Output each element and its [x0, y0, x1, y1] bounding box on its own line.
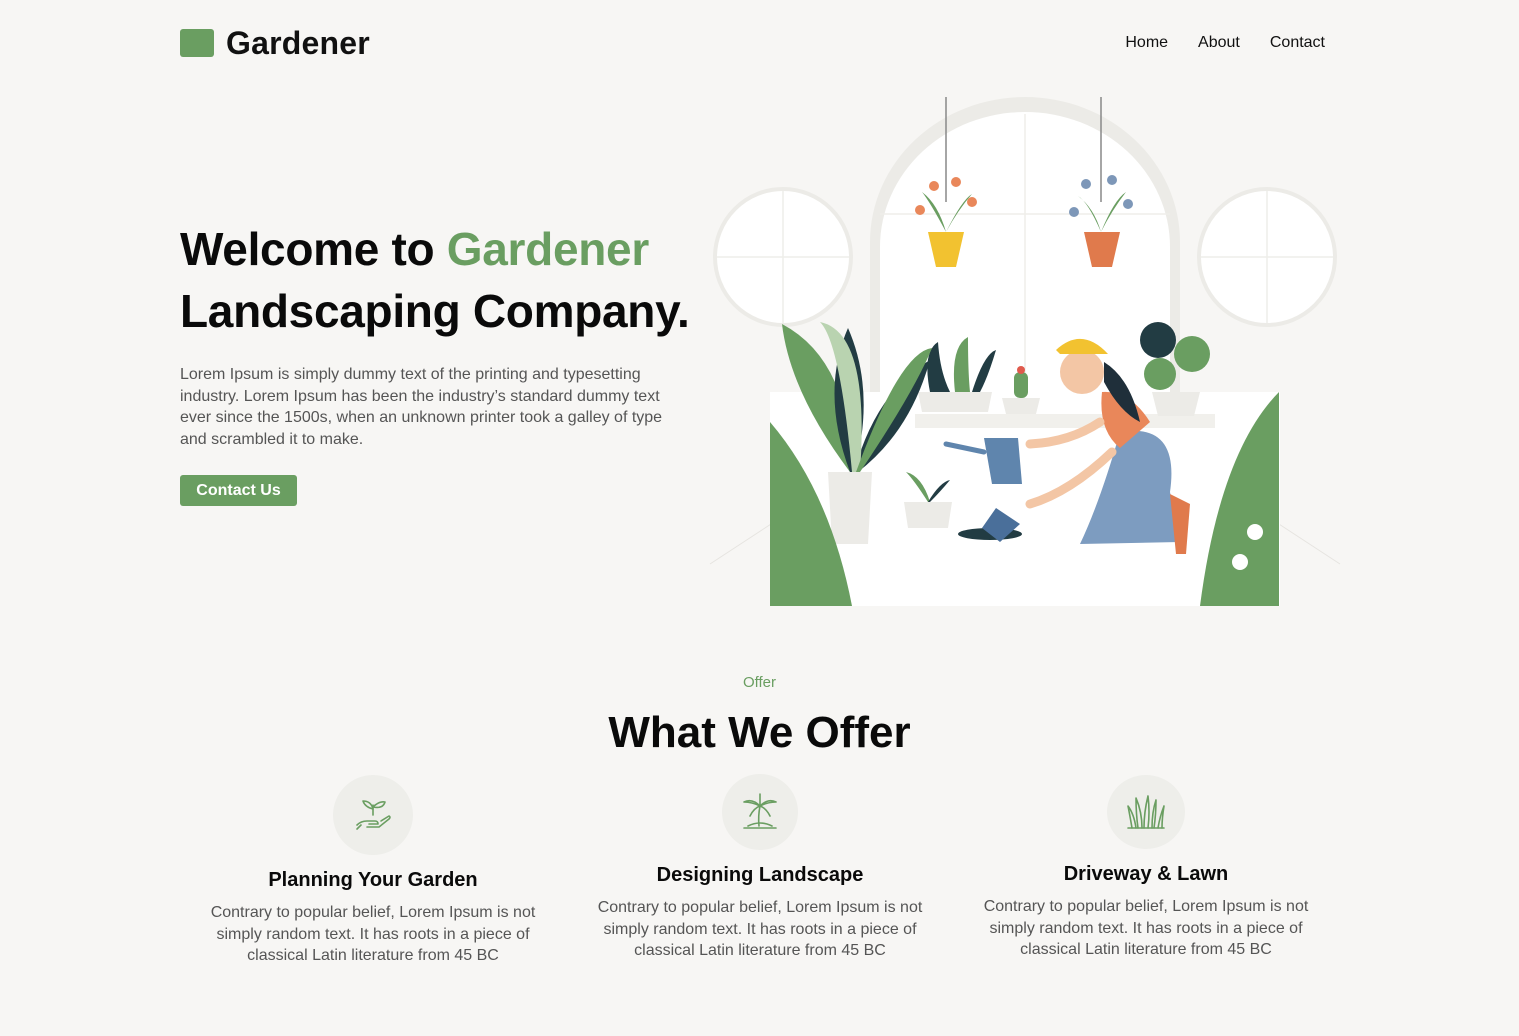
hero-title-part1: Welcome to — [180, 223, 447, 275]
hero-title-line2: Landscaping Company. — [180, 285, 690, 337]
sprout-in-hand-icon — [333, 775, 413, 855]
main-nav: Home About Contact — [1125, 34, 1325, 52]
offer-card-description: Contrary to popular belief, Lorem Ipsum … — [983, 898, 1309, 958]
offer-card-driveway: Driveway & Lawn Contrary to popular beli… — [956, 775, 1336, 961]
nav-link-about[interactable]: About — [1198, 34, 1240, 52]
gardener-illustration-svg — [709, 97, 1341, 606]
logo-text: Gardener — [226, 24, 370, 61]
contact-us-button[interactable]: Contact Us — [180, 475, 297, 506]
gardener-illustration — [700, 92, 1350, 612]
offer-eyebrow: Offer — [742, 674, 777, 691]
offer-card-description: Contrary to popular belief, Lorem Ipsum … — [210, 904, 536, 964]
logo-mark-icon — [180, 29, 214, 57]
offer-section-title: What We Offer — [608, 708, 911, 757]
palm-tree-icon — [722, 774, 798, 850]
offer-card-planning: Planning Your Garden Contrary to popular… — [183, 775, 563, 967]
offer-card-title: Designing Landscape — [656, 864, 864, 886]
offer-card-description: Contrary to popular belief, Lorem Ipsum … — [597, 899, 923, 959]
hero-title-accent: Gardener — [446, 223, 649, 275]
logo[interactable]: Gardener — [180, 25, 370, 62]
nav-link-contact[interactable]: Contact — [1270, 34, 1325, 52]
grass-icon — [1107, 775, 1185, 849]
offer-card-title: Planning Your Garden — [268, 869, 478, 891]
site-header: Gardener Home About Contact — [180, 22, 1325, 64]
hero-description: Lorem Ipsum is simply dummy text of the … — [180, 366, 663, 448]
hero-title: Welcome to Gardener Landscaping Company. — [180, 218, 690, 342]
offer-card-designing: Designing Landscape Contrary to popular … — [570, 774, 950, 962]
nav-link-home[interactable]: Home — [1125, 34, 1168, 52]
offer-card-title: Driveway & Lawn — [1063, 863, 1229, 885]
